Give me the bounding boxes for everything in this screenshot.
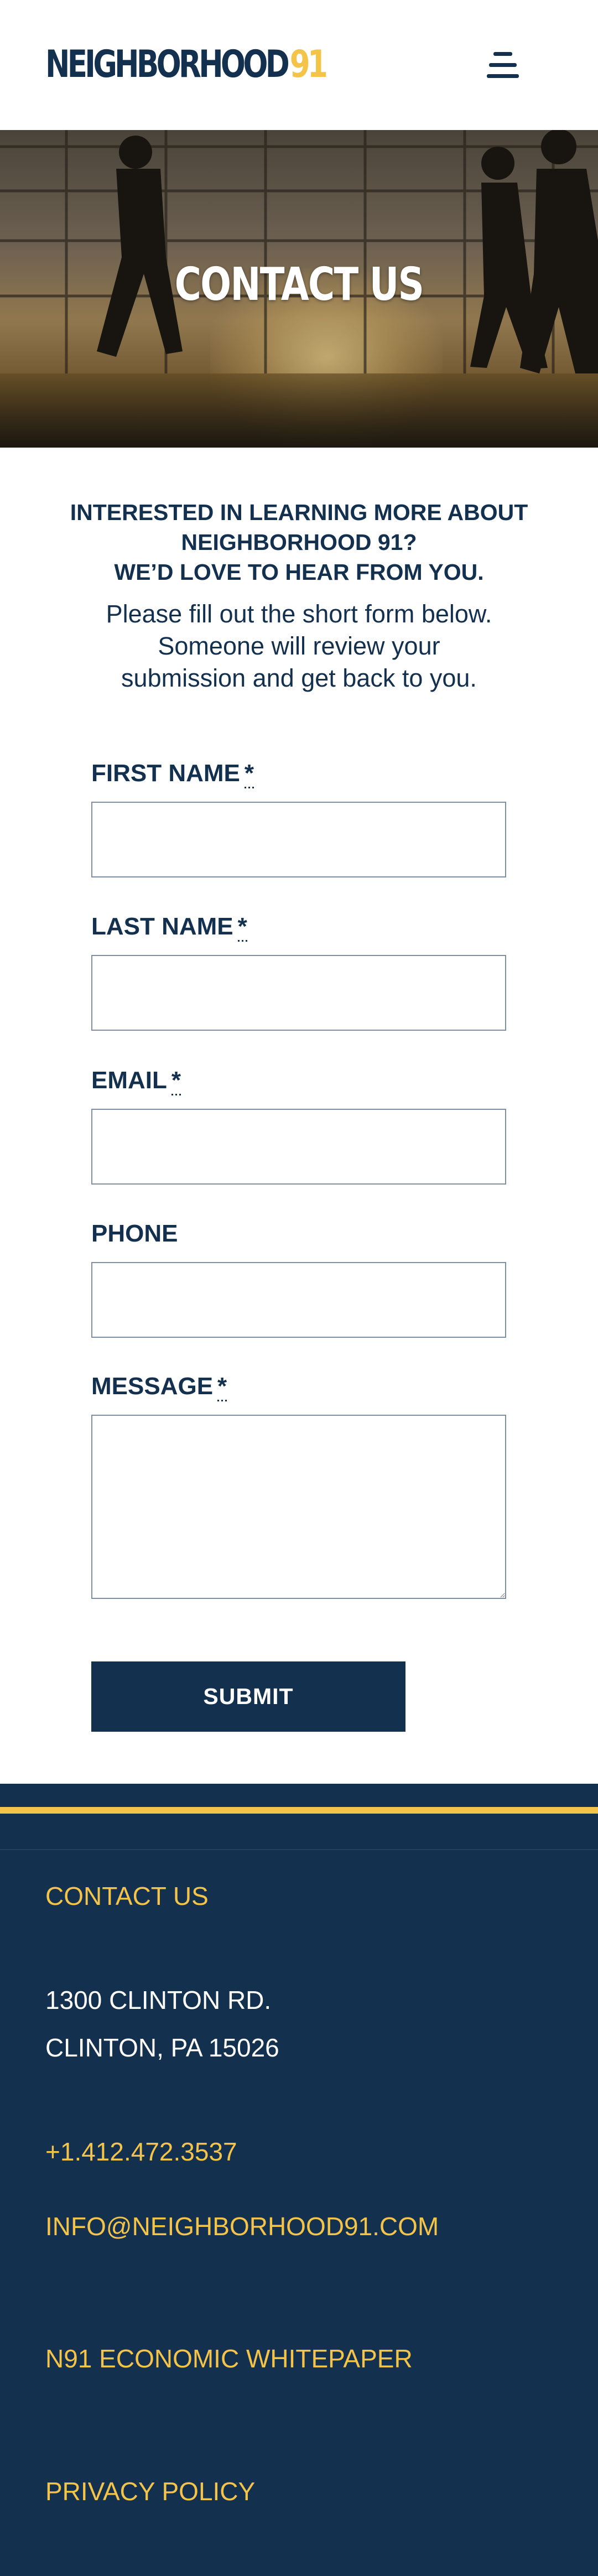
neighborhood91-logo[interactable]: NEIGHBORHOOD 91 [45, 42, 328, 86]
footer-privacy-link[interactable]: PRIVACY POLICY [45, 2476, 255, 2506]
email-label-text: EMAIL [91, 1067, 167, 1094]
footer-phone-link[interactable]: +1.412.472.3537 [45, 2137, 237, 2167]
hamburger-menu-icon[interactable] [487, 50, 523, 81]
footer-divider [0, 1849, 598, 1850]
first-name-field[interactable] [91, 802, 506, 877]
intro-section: INTERESTED IN LEARNING MORE ABOUT NEIGHB… [0, 448, 598, 694]
last-name-label: LAST NAME * [91, 913, 247, 942]
phone-field[interactable] [91, 1262, 506, 1338]
logo-number: 91 [289, 42, 328, 86]
intro-heading-line: NEIGHBORHOOD 91? [181, 529, 417, 555]
message-label: MESSAGE * [91, 1373, 227, 1401]
email-field[interactable] [91, 1109, 506, 1185]
required-marker: * [237, 913, 247, 942]
message-field[interactable] [91, 1415, 506, 1599]
first-name-label-text: FIRST NAME [91, 760, 240, 787]
footer-whitepaper-link[interactable]: N91 ECONOMIC WHITEPAPER [45, 2344, 413, 2374]
intro-heading-line: WE’D LOVE TO HEAR FROM YOU. [114, 559, 484, 585]
logo-word: NEIGHBORHOOD [45, 42, 290, 86]
submit-button[interactable]: SUBMIT [91, 1661, 405, 1732]
email-label: EMAIL * [91, 1067, 181, 1095]
footer-address-line2: CLINTON, PA 15026 [45, 2033, 279, 2062]
intro-heading-line: INTERESTED IN LEARNING MORE ABOUT [70, 500, 528, 525]
required-marker: * [244, 760, 254, 788]
last-name-label-text: LAST NAME [91, 913, 233, 940]
intro-description: Please fill out the short form below. So… [106, 600, 492, 692]
required-marker: * [171, 1067, 181, 1095]
message-label-text: MESSAGE [91, 1373, 214, 1400]
required-marker: * [217, 1373, 227, 1401]
site-footer: CONTACT US 1300 CLINTON RD. CLINTON, PA … [0, 1784, 598, 2576]
footer-gold-stripe [0, 1807, 598, 1814]
footer-email-link[interactable]: INFO@NEIGHBORHOOD91.COM [45, 2211, 439, 2241]
footer-contact-heading[interactable]: CONTACT US [45, 1881, 209, 1911]
footer-address-line1: 1300 CLINTON RD. [45, 1986, 272, 2014]
page-title: CONTACT US [174, 258, 424, 311]
hero-banner: CONTACT US [0, 130, 598, 448]
intro-heading: INTERESTED IN LEARNING MORE ABOUT NEIGHB… [61, 497, 537, 587]
last-name-field[interactable] [91, 955, 506, 1031]
phone-label-text: PHONE [91, 1220, 178, 1247]
first-name-label: FIRST NAME * [91, 760, 254, 788]
site-header: NEIGHBORHOOD 91 [0, 0, 598, 130]
phone-label: PHONE [91, 1220, 178, 1248]
